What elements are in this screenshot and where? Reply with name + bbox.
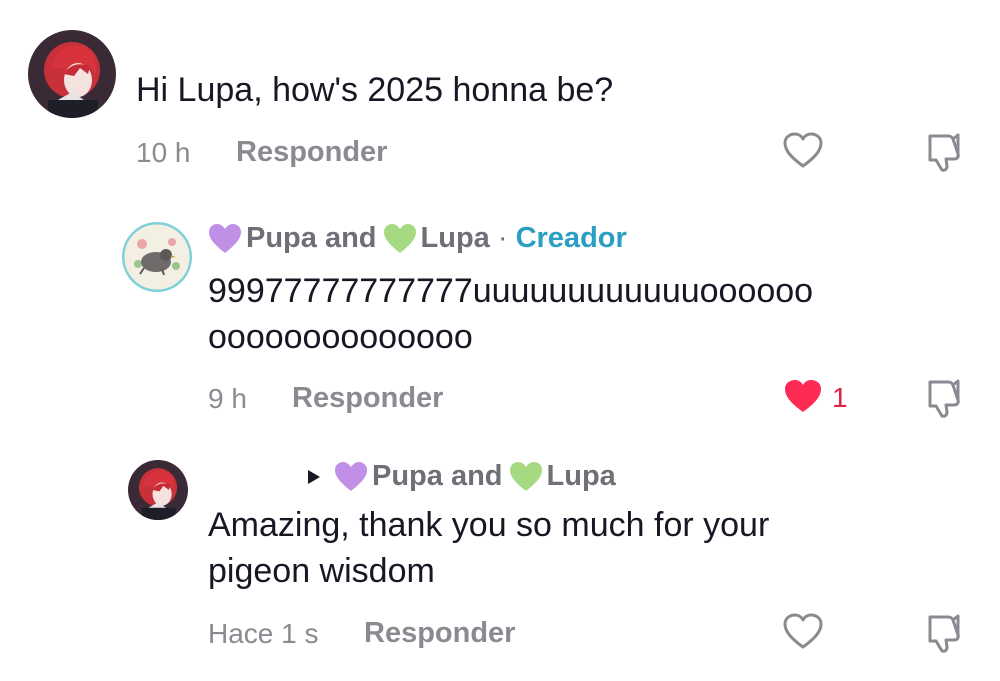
user-avatar[interactable] bbox=[28, 30, 116, 118]
heart-filled-icon[interactable] bbox=[782, 377, 824, 420]
author-name-part1: Pupa and bbox=[246, 222, 377, 254]
reply-to-label[interactable]: Pupa and Lupa bbox=[306, 460, 616, 493]
separator-dot: · bbox=[489, 222, 516, 254]
reply-to-name-part2: Lupa bbox=[546, 460, 616, 492]
comment-text-line2: oooooooooooooo bbox=[208, 318, 473, 356]
green-heart-icon bbox=[509, 461, 542, 491]
heart-outline-icon[interactable] bbox=[782, 131, 824, 174]
creator-avatar[interactable] bbox=[122, 222, 192, 292]
comment-text-line1: 99977777777777uuuuuuuuuuuuoooooo bbox=[208, 272, 814, 310]
comment-2: Pupa and Lupa · Creador 99977777777777uu… bbox=[0, 200, 1000, 430]
thumbs-down-icon[interactable] bbox=[922, 376, 966, 425]
reply-button[interactable]: Responder bbox=[236, 136, 387, 169]
heart-outline-icon[interactable] bbox=[782, 612, 824, 655]
reply-button[interactable]: Responder bbox=[364, 617, 515, 650]
comment-1: Hi Lupa, how's 2025 honna be? 10 h Respo… bbox=[0, 0, 1000, 190]
user-avatar[interactable] bbox=[128, 460, 188, 520]
comment-3: Pupa and Lupa Amazing, thank you so much… bbox=[0, 440, 1000, 681]
comment-timestamp: 9 h bbox=[208, 383, 247, 414]
comment-timestamp: 10 h bbox=[136, 137, 191, 168]
comment-text: Hi Lupa, how's 2025 honna be? bbox=[136, 71, 614, 109]
comment-text-line2: pigeon wisdom bbox=[208, 552, 435, 590]
thumbs-down-icon[interactable] bbox=[922, 611, 966, 660]
purple-heart-icon bbox=[335, 461, 367, 491]
reply-button[interactable]: Responder bbox=[292, 382, 443, 415]
author-name-part2: Lupa bbox=[420, 222, 490, 254]
creator-badge: Creador bbox=[515, 222, 627, 254]
green-heart-icon bbox=[383, 223, 416, 253]
purple-heart-icon bbox=[209, 223, 241, 253]
reply-arrow-icon bbox=[308, 469, 320, 484]
reply-to-name-part1: Pupa and bbox=[372, 460, 503, 492]
like-count: 1 bbox=[832, 382, 848, 413]
comment-author[interactable]: Pupa and Lupa · Creador bbox=[208, 222, 627, 255]
thumbs-down-icon[interactable] bbox=[922, 130, 966, 179]
comment-text-line1: Amazing, thank you so much for your bbox=[208, 506, 770, 544]
comment-timestamp: Hace 1 s bbox=[208, 618, 319, 649]
